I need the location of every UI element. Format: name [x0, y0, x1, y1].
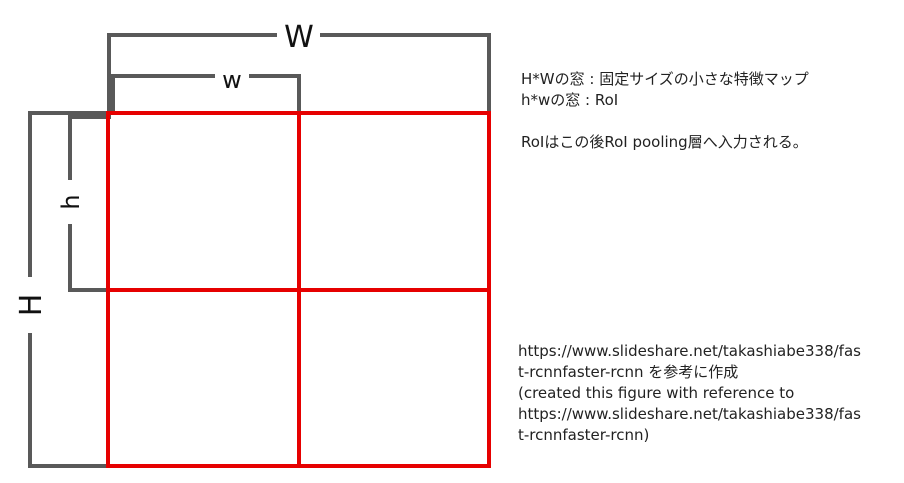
- reference-line: t-rcnnfaster-rcnn を参考に作成: [518, 363, 739, 381]
- note-line: H*Wの窓 : 固定サイズの小さな特徴マップ: [521, 70, 809, 88]
- note-line: h*wの窓 : RoI: [521, 91, 619, 109]
- small-width-label: w: [222, 66, 242, 94]
- note-line: RoIはこの後RoI pooling層へ入力される。: [521, 133, 808, 151]
- reference-line: t-rcnnfaster-rcnn): [518, 426, 650, 444]
- big-width-label: W: [284, 20, 314, 55]
- reference-text: https://www.slideshare.net/takashiabe338…: [518, 341, 861, 446]
- big-height-label: H: [14, 294, 49, 317]
- reference-line: (created this figure with reference to: [518, 384, 795, 402]
- explanation-notes: H*Wの窓 : 固定サイズの小さな特徴マップ h*wの窓 : RoI RoIはこ…: [521, 69, 809, 153]
- reference-line: https://www.slideshare.net/takashiabe338…: [518, 405, 861, 423]
- small-height-label: h: [57, 194, 85, 209]
- reference-line: https://www.slideshare.net/takashiabe338…: [518, 342, 861, 360]
- small-width-bracket: [111, 74, 301, 115]
- feature-map-grid: [106, 111, 491, 468]
